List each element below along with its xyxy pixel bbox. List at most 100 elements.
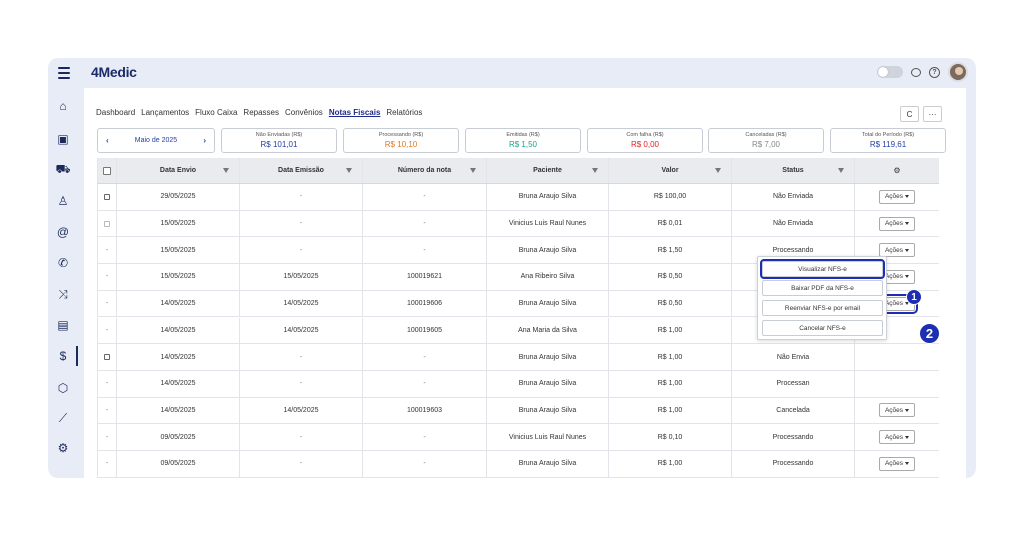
row-select-disabled: - xyxy=(105,406,109,414)
period-selector: ‹ Maio de 2025 › xyxy=(97,128,215,153)
shuffle-icon[interactable]: ⤨ xyxy=(48,284,78,304)
caret-down-icon xyxy=(905,248,910,252)
row-select-disabled: - xyxy=(105,273,109,281)
dollar-icon[interactable]: $ xyxy=(48,346,78,366)
cell-envio: 14/05/2025 xyxy=(116,397,239,424)
column-header: Data Emissão xyxy=(239,158,362,183)
row-select-disabled: - xyxy=(105,246,109,254)
tab-repasses[interactable]: Repasses xyxy=(243,108,279,117)
tab-relat-rios[interactable]: Relatórios xyxy=(386,108,422,117)
at-icon[interactable]: @ xyxy=(48,222,78,242)
column-header-label: Valor xyxy=(661,167,679,174)
column-header-label: Data Emissão xyxy=(278,167,324,174)
summary-card-label: Não Enviadas (R$) xyxy=(255,132,303,138)
row-checkbox[interactable] xyxy=(104,354,110,361)
menu-icon[interactable] xyxy=(54,64,76,82)
cell-valor: R$ 1,00 xyxy=(608,370,731,397)
row-actions-cell: Ações xyxy=(854,397,939,424)
chevron-right-icon[interactable]: › xyxy=(203,136,206,145)
cell-emissao: - xyxy=(239,370,362,397)
row-checkbox[interactable] xyxy=(104,193,110,200)
home-icon[interactable]: ⌂ xyxy=(48,96,78,116)
cell-valor: R$ 1,00 xyxy=(608,317,731,344)
actions-header: ⚙ xyxy=(854,158,939,183)
tab-fluxo-caixa[interactable]: Fluxo Caixa xyxy=(195,108,237,117)
filter-icon[interactable] xyxy=(592,168,598,173)
cell-envio: 14/05/2025 xyxy=(116,370,239,397)
tab-notas-fiscais[interactable]: Notas Fiscais xyxy=(329,108,381,117)
table-row: -09/05/2025- - Bruna Araujo Silva R$ 1,00 Pr… xyxy=(97,451,939,478)
cell-valor: R$ 100,00 xyxy=(608,184,731,210)
filter-icon[interactable] xyxy=(223,168,229,173)
cell-emissao: 14/05/2025 xyxy=(239,397,362,424)
filter-icon[interactable] xyxy=(470,168,476,173)
actions-button[interactable]: Ações xyxy=(879,189,915,204)
car-icon[interactable]: ⛟ xyxy=(48,160,78,180)
summary-card-value: R$ 10,10 xyxy=(384,140,418,149)
row-actions-cell xyxy=(854,344,939,370)
chart-icon[interactable]: ⟋ xyxy=(48,408,78,428)
cell-paciente: Bruna Araujo Silva xyxy=(486,184,608,210)
menu-item-cancelar-nfs-e[interactable]: Cancelar NFS-e xyxy=(762,320,883,336)
cell-numero: 100019605 xyxy=(362,317,486,344)
cell-status: Processan xyxy=(731,370,854,397)
summary-card-value: R$ 1,50 xyxy=(508,140,538,149)
actions-button[interactable]: Ações xyxy=(879,430,915,445)
menu-item-baixar-pdf-da-nfs-e[interactable]: Baixar PDF da NFS-e xyxy=(762,280,883,296)
cell-paciente: Ana Maria da Silva xyxy=(486,317,608,344)
filter-icon[interactable] xyxy=(346,168,352,173)
cell-envio: 15/05/2025 xyxy=(116,210,239,237)
table-row: 29/05/2025- - Bruna Araujo Silva R$ 100,00 N… xyxy=(97,184,939,211)
cell-valor: R$ 0,10 xyxy=(608,424,731,450)
column-header-label: Status xyxy=(782,167,804,174)
gear-icon[interactable]: ⚙ xyxy=(48,438,78,458)
chat-icon[interactable] xyxy=(911,67,921,77)
cell-paciente: Bruna Araujo Silva xyxy=(486,397,608,424)
chevron-left-icon[interactable]: ‹ xyxy=(106,136,109,145)
cell-emissao: - xyxy=(239,210,362,237)
user-icon[interactable]: ♙ xyxy=(48,191,78,211)
row-select-cell: - xyxy=(97,264,116,290)
summary-card-value: R$ 119,61 xyxy=(869,140,907,149)
summary-card: Não Enviadas (R$) R$ 101,01 xyxy=(221,128,337,153)
theme-toggle[interactable] xyxy=(877,66,903,78)
actions-button[interactable]: Ações xyxy=(879,216,915,231)
row-select-cell: - xyxy=(97,451,116,477)
calendar-icon[interactable]: ▣ xyxy=(48,129,78,149)
table-row: -14/05/2025 14/05/2025 100019603 Bruna Arau… xyxy=(97,397,939,425)
actions-button-label: Ações xyxy=(884,246,904,254)
avatar[interactable] xyxy=(948,62,968,82)
cell-emissao: - xyxy=(239,344,362,370)
select-all-checkbox[interactable] xyxy=(103,166,111,175)
tab-dashboard[interactable]: Dashboard xyxy=(96,108,135,117)
settings-icon[interactable]: ⚙ xyxy=(893,166,900,175)
clipboard-icon[interactable]: ▤ xyxy=(48,315,78,335)
help-icon[interactable]: ? xyxy=(929,66,940,78)
menu-item-reenviar-nfs-e-por-email[interactable]: Reenviar NFS-e por email xyxy=(762,300,883,316)
row-select-cell: - xyxy=(97,290,116,317)
box-icon[interactable]: ⬡ xyxy=(48,378,78,398)
filter-icon[interactable] xyxy=(838,168,844,173)
row-select-cell: - xyxy=(97,397,116,424)
cell-emissao: - xyxy=(239,424,362,450)
cell-numero: 100019606 xyxy=(362,290,486,317)
row-checkbox[interactable] xyxy=(104,220,110,227)
caret-down-icon xyxy=(905,435,910,439)
actions-dropdown-menu: Visualizar NFS-e Baixar PDF da NFS-e Reenv… xyxy=(757,256,887,340)
refresh-icon[interactable]: C xyxy=(900,106,919,122)
phone-icon[interactable]: ✆ xyxy=(48,253,78,273)
more-options-button[interactable]: ··· xyxy=(923,106,942,122)
actions-button[interactable]: Ações xyxy=(879,403,915,418)
select-all-cell xyxy=(97,158,116,183)
cell-valor: R$ 1,50 xyxy=(608,237,731,264)
menu-item-visualizar-nfs-e[interactable]: Visualizar NFS-e xyxy=(760,259,885,279)
summary-card-value: R$ 0,00 xyxy=(630,140,660,149)
cell-numero: - xyxy=(362,237,486,264)
filter-icon[interactable] xyxy=(715,168,721,173)
row-actions-cell: Ações xyxy=(854,210,939,237)
actions-button[interactable]: Ações xyxy=(879,456,915,471)
tab-lan-amentos[interactable]: Lançamentos xyxy=(141,108,189,117)
summary-card-label: Com falha (R$) xyxy=(626,132,664,138)
cell-numero: 100019621 xyxy=(362,264,486,290)
tab-conv-nios[interactable]: Convênios xyxy=(285,108,323,117)
